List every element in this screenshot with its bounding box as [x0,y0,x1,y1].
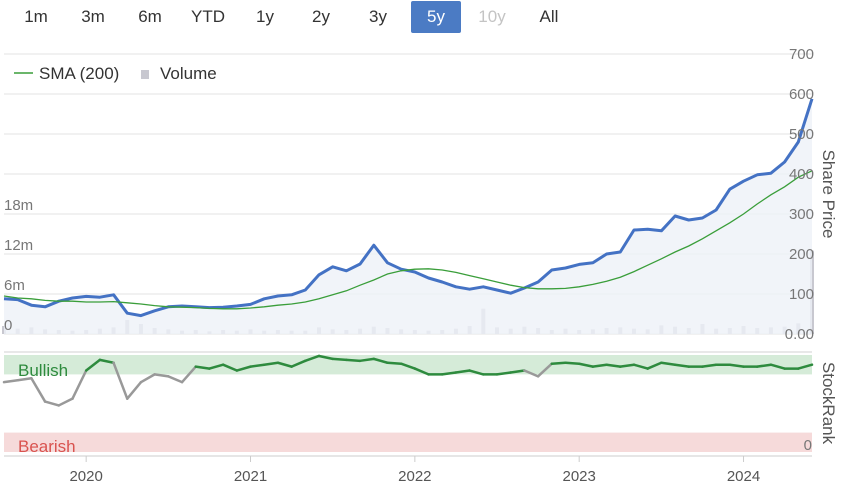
stockrank-segment [386,361,403,365]
price-tick-label: 700 [789,46,814,63]
legend-volume-label: Volume [160,64,217,83]
stockrank-segment [331,357,348,362]
stockrank-segment [2,378,19,384]
share-price-axis-label: Share Price [819,150,838,239]
bullish-label: Bullish [18,361,68,380]
stockrank-segment [550,361,567,365]
x-tick-label: 2022 [398,468,431,482]
stockrank-segment [153,373,170,378]
stockrank-tick-label: 0 [804,437,812,454]
legend-sma-label: SMA (200) [39,64,119,83]
x-tick-label: 2021 [234,468,267,482]
stockrank-segment [126,380,143,400]
volume-tick-label: 0 [4,317,12,334]
price-tick-label: 100 [789,286,814,303]
price-tick-label: 400 [789,166,814,183]
x-tick-label: 2023 [562,468,595,482]
stockrank-segment [139,373,156,384]
bearish-band [4,432,812,452]
stock-chart: 0.00 100 200 300 400 500 600 700 0 6m 12m 18m Bullis… [2,46,838,482]
stockrank-segment [71,369,88,400]
bearish-label: Bearish [18,437,76,456]
price-tick-label: 600 [789,86,814,103]
x-tick-label: 2020 [69,468,102,482]
stockrank-segment [167,375,184,384]
stockrank-segment [43,400,61,407]
stockrank-segment [30,377,47,403]
price-tick-label: 500 [789,126,814,143]
legend-volume-swatch [141,70,149,79]
volume-tick-label: 18m [4,197,33,214]
legend: SMA (200) Volume [14,64,217,83]
stockrank-segment [345,358,362,363]
bullish-band [4,355,812,375]
price-tick-label: 300 [789,206,814,223]
stockrank-segment [564,361,581,365]
x-tick-label: 2024 [727,468,760,482]
stockrank-axis-label: StockRank [819,362,838,445]
price-tick-label: 200 [789,246,814,263]
stockrank-segment [57,397,74,407]
price-tick-label: 0.00 [785,326,814,343]
volume-tick-label: 12m [4,237,33,254]
volume-tick-label: 6m [4,277,25,294]
